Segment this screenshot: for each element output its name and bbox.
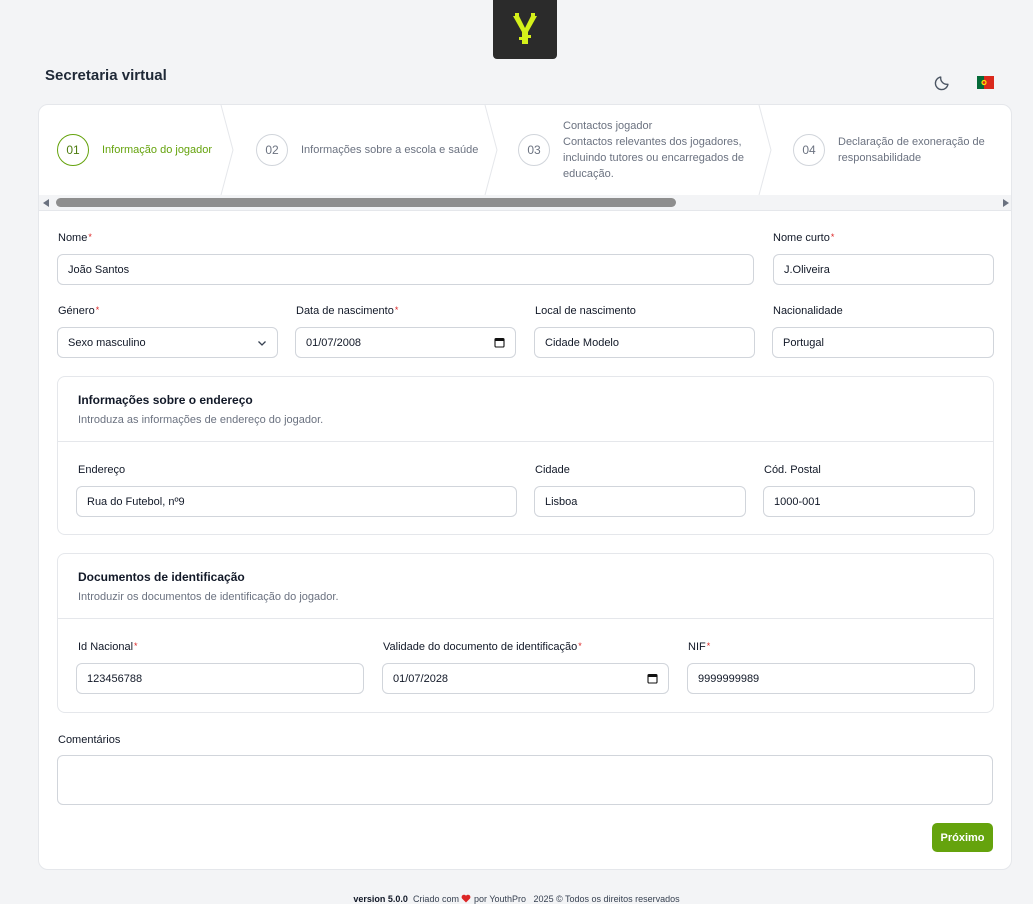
nome-curto-label: Nome curto* <box>773 232 835 244</box>
cod-postal-label: Cód. Postal <box>764 464 821 476</box>
nome-input[interactable]: João Santos <box>57 254 754 285</box>
nif-label: NIF* <box>688 641 711 653</box>
endereco-input[interactable]: Rua do Futebol, nº9 <box>76 486 517 517</box>
comentarios-label: Comentários <box>58 734 121 746</box>
step-separator <box>758 105 772 195</box>
copyright-text: 2025 © Todos os direitos reservados <box>533 894 680 904</box>
step-number: 02 <box>256 134 288 166</box>
data-nascimento-label: Data de nascimento* <box>296 305 399 317</box>
id-nacional-input[interactable]: 123456788 <box>76 663 364 694</box>
step-description: Contactos relevantes dos jogadores, incl… <box>563 136 745 180</box>
id-section-description: Introduzir os documentos de identificaçã… <box>78 591 339 603</box>
step-3[interactable]: 03 Contactos jogador Contactos relevante… <box>518 105 763 195</box>
scroll-thumb[interactable] <box>56 198 676 207</box>
data-nascimento-value: 01/07/2008 <box>306 336 362 349</box>
stepper: 01 Informação do jogador 02 Informações … <box>39 105 1011 195</box>
cidade-label: Cidade <box>535 464 570 476</box>
step-number: 01 <box>57 134 89 166</box>
nacionalidade-input[interactable]: Portugal <box>772 327 994 358</box>
portugal-flag-icon[interactable] <box>977 76 994 89</box>
step-label: Contactos jogador <box>563 120 653 132</box>
step-number: 03 <box>518 134 550 166</box>
id-documents-section: Documentos de identificação Introduzir o… <box>57 553 994 713</box>
id-nacional-label: Id Nacional* <box>78 641 138 653</box>
cidade-input[interactable]: Lisboa <box>534 486 746 517</box>
stepper-scrollbar[interactable] <box>39 195 1011 211</box>
local-nascimento-label: Local de nascimento <box>535 305 636 317</box>
moon-icon[interactable] <box>934 73 952 91</box>
validade-label: Validade do documento de identificação* <box>383 641 582 653</box>
step-4[interactable]: 04 Declaração de exoneração de responsab… <box>793 105 998 195</box>
validade-input[interactable]: 01/07/2028 <box>382 663 669 694</box>
club-logo <box>493 0 557 59</box>
validade-value: 01/07/2028 <box>393 672 449 685</box>
id-section-title: Documentos de identificação <box>78 570 245 584</box>
section-divider <box>58 441 993 442</box>
nome-curto-input[interactable]: J.Oliveira <box>773 254 994 285</box>
step-1[interactable]: 01 Informação do jogador <box>57 105 212 195</box>
step-separator <box>220 105 234 195</box>
genero-label: Género* <box>58 305 100 317</box>
calendar-icon[interactable] <box>647 673 658 684</box>
heart-icon <box>462 894 471 903</box>
step-label: Declaração de exoneração de responsabili… <box>838 136 985 164</box>
calendar-icon[interactable] <box>494 337 505 348</box>
address-section-title: Informações sobre o endereço <box>78 393 253 407</box>
step-2[interactable]: 02 Informações sobre a escola e saúde <box>256 105 478 195</box>
genero-value: Sexo masculino <box>68 336 146 349</box>
step-number: 04 <box>793 134 825 166</box>
form-card: 01 Informação do jogador 02 Informações … <box>38 104 1012 870</box>
scroll-left-arrow-icon[interactable] <box>43 199 49 207</box>
created-with-text: Criado com <box>412 894 459 904</box>
endereco-label: Endereço <box>78 464 126 476</box>
data-nascimento-input[interactable]: 01/07/2008 <box>295 327 516 358</box>
address-section-description: Introduza as informações de endereço do … <box>78 414 324 426</box>
comentarios-textarea[interactable] <box>57 755 993 805</box>
nif-input[interactable]: 9999999989 <box>687 663 975 694</box>
footer: version 5.0.0 Criado com por YouthPro 20… <box>0 894 1033 904</box>
section-divider <box>58 618 993 619</box>
step-label: Informação do jogador <box>102 144 213 156</box>
app-title: Secretaria virtual <box>45 67 167 84</box>
version-text: version 5.0.0 <box>353 894 408 904</box>
cod-postal-input[interactable]: 1000-001 <box>763 486 975 517</box>
step-label: Informações sobre a escola e saúde <box>301 144 479 156</box>
genero-select[interactable]: Sexo masculino <box>57 327 278 358</box>
nome-label: Nome* <box>58 232 92 244</box>
chevron-down-icon <box>258 340 266 346</box>
step-separator <box>484 105 498 195</box>
by-text[interactable]: por YouthPro <box>474 894 526 904</box>
local-nascimento-input[interactable]: Cidade Modelo <box>534 327 755 358</box>
nacionalidade-label: Nacionalidade <box>773 305 843 317</box>
next-button[interactable]: Próximo <box>932 823 993 852</box>
scroll-right-arrow-icon[interactable] <box>1003 199 1009 207</box>
address-section: Informações sobre o endereço Introduza a… <box>57 376 994 535</box>
